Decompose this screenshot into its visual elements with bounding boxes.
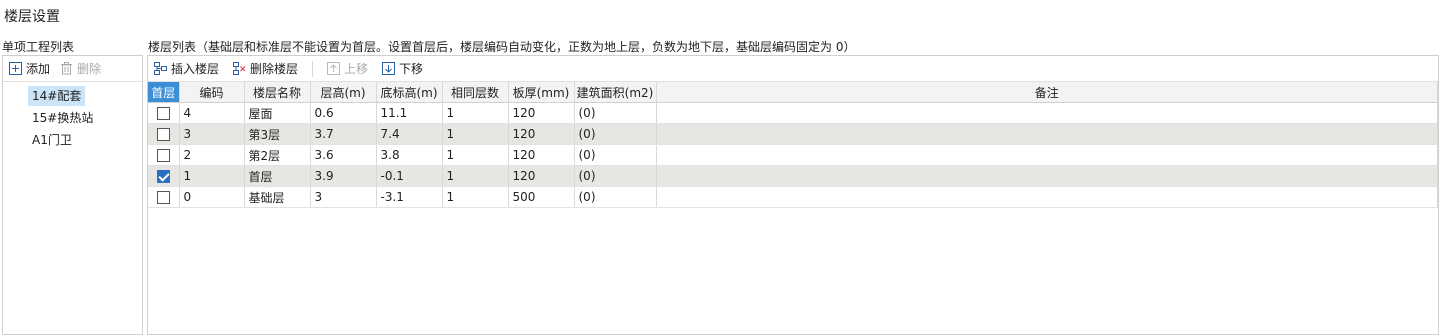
col-header-height[interactable]: 层高(m) bbox=[310, 82, 377, 103]
col-header-code[interactable]: 编码 bbox=[179, 82, 245, 103]
name-cell[interactable]: 首层 bbox=[244, 165, 311, 187]
col-header-area[interactable]: 建筑面积(m2) bbox=[574, 82, 657, 103]
add-button[interactable]: 添加 bbox=[9, 60, 50, 77]
delete-floor-icon bbox=[233, 62, 246, 75]
floor-table: 首层 编码 楼层名称 层高(m) 底标高(m) 相同层数 板厚(mm) 建筑面积… bbox=[148, 82, 1438, 208]
first-floor-cell[interactable] bbox=[148, 144, 180, 166]
col-header-thickness[interactable]: 板厚(mm) bbox=[508, 82, 575, 103]
table-header-row: 首层 编码 楼层名称 层高(m) 底标高(m) 相同层数 板厚(mm) 建筑面积… bbox=[148, 82, 1438, 103]
note-cell[interactable] bbox=[656, 165, 1438, 187]
code-cell[interactable]: 0 bbox=[179, 186, 245, 208]
project-list-panel: 添加 删除 14#配套 15#换热站 A1门卫 bbox=[2, 55, 143, 335]
height-cell[interactable]: 0.6 bbox=[310, 102, 377, 124]
insert-floor-icon bbox=[154, 62, 167, 75]
table-row[interactable]: 3 第3层 3.7 7.4 1 120 (0) bbox=[148, 123, 1438, 145]
delete-button-label: 删除 bbox=[77, 62, 102, 76]
toolbar-divider bbox=[312, 60, 314, 77]
bottom-cell[interactable]: -3.1 bbox=[376, 186, 443, 208]
table-row[interactable]: 2 第2层 3.6 3.8 1 120 (0) bbox=[148, 144, 1438, 166]
area-cell[interactable]: (0) bbox=[574, 165, 657, 187]
height-cell[interactable]: 3.7 bbox=[310, 123, 377, 145]
floor-list-panel: 插入楼层 删除楼层 上移 下移 首层 编码 楼层名称 层高(m) 底标高(m) … bbox=[147, 55, 1439, 335]
same-cell[interactable]: 1 bbox=[442, 165, 509, 187]
delete-button[interactable]: 删除 bbox=[60, 60, 101, 77]
trash-icon bbox=[61, 62, 73, 75]
col-header-same[interactable]: 相同层数 bbox=[442, 82, 509, 103]
insert-floor-label: 插入楼层 bbox=[171, 62, 220, 76]
move-up-label: 上移 bbox=[344, 62, 369, 76]
move-down-button[interactable]: 下移 bbox=[382, 60, 423, 77]
code-cell[interactable]: 3 bbox=[179, 123, 245, 145]
move-up-button[interactable]: 上移 bbox=[327, 60, 368, 77]
col-header-note[interactable]: 备注 bbox=[656, 82, 1438, 103]
height-cell[interactable]: 3.6 bbox=[310, 144, 377, 166]
col-header-first[interactable]: 首层 bbox=[148, 82, 180, 103]
thickness-cell[interactable]: 120 bbox=[508, 144, 575, 166]
code-cell[interactable]: 4 bbox=[179, 102, 245, 124]
code-cell[interactable]: 2 bbox=[179, 144, 245, 166]
bottom-cell[interactable]: 11.1 bbox=[376, 102, 443, 124]
delete-floor-label: 删除楼层 bbox=[250, 62, 299, 76]
same-cell[interactable]: 1 bbox=[442, 123, 509, 145]
table-row[interactable]: 1 首层 3.9 -0.1 1 120 (0) bbox=[148, 165, 1438, 187]
bottom-cell[interactable]: -0.1 bbox=[376, 165, 443, 187]
same-cell[interactable]: 1 bbox=[442, 144, 509, 166]
floor-toolbar: 插入楼层 删除楼层 上移 下移 bbox=[148, 56, 1438, 82]
note-cell[interactable] bbox=[656, 123, 1438, 145]
project-item[interactable]: 14#配套 bbox=[28, 86, 86, 106]
add-icon bbox=[9, 62, 22, 75]
delete-floor-button[interactable]: 删除楼层 bbox=[233, 60, 298, 77]
first-floor-checkbox[interactable] bbox=[156, 170, 170, 183]
area-cell[interactable]: (0) bbox=[574, 186, 657, 208]
table-row[interactable]: 4 屋面 0.6 11.1 1 120 (0) bbox=[148, 102, 1438, 124]
project-list: 14#配套 15#换热站 A1门卫 bbox=[3, 82, 142, 152]
name-cell[interactable]: 第2层 bbox=[244, 144, 311, 166]
same-cell[interactable]: 1 bbox=[442, 186, 509, 208]
insert-floor-button[interactable]: 插入楼层 bbox=[154, 60, 219, 77]
thickness-cell[interactable]: 120 bbox=[508, 102, 575, 124]
first-floor-checkbox[interactable] bbox=[156, 191, 170, 204]
area-cell[interactable]: (0) bbox=[574, 123, 657, 145]
table-row[interactable]: 0 基础层 3 -3.1 1 500 (0) bbox=[148, 186, 1438, 208]
code-cell[interactable]: 1 bbox=[179, 165, 245, 187]
first-floor-cell[interactable] bbox=[148, 186, 180, 208]
add-button-label: 添加 bbox=[26, 62, 51, 76]
project-list-label: 单项工程列表 bbox=[2, 40, 75, 54]
area-cell[interactable]: (0) bbox=[574, 144, 657, 166]
project-item[interactable]: 15#换热站 bbox=[28, 108, 97, 128]
arrow-up-icon bbox=[327, 62, 341, 75]
name-cell[interactable]: 基础层 bbox=[244, 186, 311, 208]
note-cell[interactable] bbox=[656, 144, 1438, 166]
bottom-cell[interactable]: 7.4 bbox=[376, 123, 443, 145]
move-down-label: 下移 bbox=[399, 62, 424, 76]
first-floor-cell[interactable] bbox=[148, 165, 180, 187]
name-cell[interactable]: 屋面 bbox=[244, 102, 311, 124]
thickness-cell[interactable]: 500 bbox=[508, 186, 575, 208]
dialog-title: 楼层设置 bbox=[4, 9, 60, 25]
first-floor-checkbox[interactable] bbox=[156, 107, 170, 120]
name-cell[interactable]: 第3层 bbox=[244, 123, 311, 145]
thickness-cell[interactable]: 120 bbox=[508, 165, 575, 187]
project-toolbar: 添加 删除 bbox=[3, 56, 142, 82]
col-header-name[interactable]: 楼层名称 bbox=[244, 82, 311, 103]
area-cell[interactable]: (0) bbox=[574, 102, 657, 124]
first-floor-cell[interactable] bbox=[148, 102, 180, 124]
same-cell[interactable]: 1 bbox=[442, 102, 509, 124]
height-cell[interactable]: 3 bbox=[310, 186, 377, 208]
project-item[interactable]: A1门卫 bbox=[28, 130, 76, 150]
height-cell[interactable]: 3.9 bbox=[310, 165, 377, 187]
bottom-cell[interactable]: 3.8 bbox=[376, 144, 443, 166]
arrow-down-icon bbox=[382, 62, 396, 75]
thickness-cell[interactable]: 120 bbox=[508, 123, 575, 145]
col-header-bottom[interactable]: 底标高(m) bbox=[376, 82, 443, 103]
floor-list-label: 楼层列表（基础层和标准层不能设置为首层。设置首层后，楼层编码自动变化，正数为地上… bbox=[148, 40, 856, 54]
note-cell[interactable] bbox=[656, 102, 1438, 124]
note-cell[interactable] bbox=[656, 186, 1438, 208]
first-floor-checkbox[interactable] bbox=[156, 128, 170, 141]
first-floor-cell[interactable] bbox=[148, 123, 180, 145]
first-floor-checkbox[interactable] bbox=[156, 149, 170, 162]
